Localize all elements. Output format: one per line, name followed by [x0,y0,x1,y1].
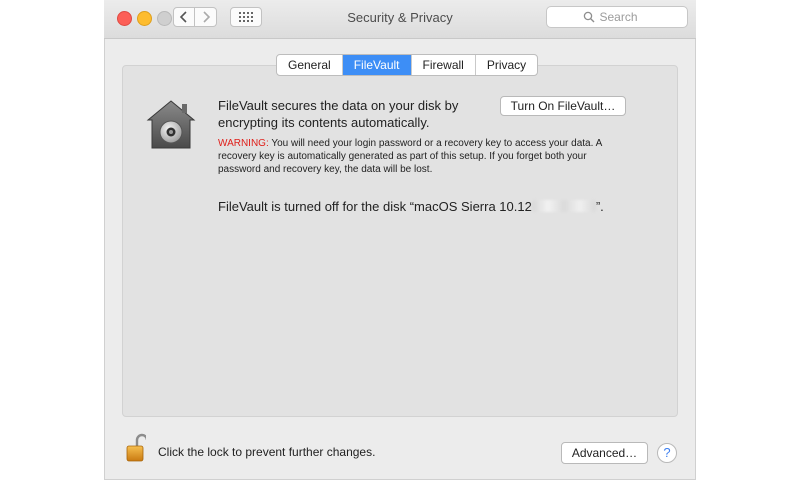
tab-firewall[interactable]: Firewall [412,55,476,75]
advanced-button[interactable]: Advanced… [561,442,648,464]
tab-privacy[interactable]: Privacy [476,55,537,75]
warning-message: WARNING: You will need your login passwo… [218,137,618,176]
turn-on-filevault-button[interactable]: Turn On FileVault… [500,96,626,116]
preferences-window: Security & Privacy General FileVault Fir… [104,0,696,480]
padlock-open-icon[interactable] [126,433,146,463]
filevault-icon [146,100,196,149]
tab-filevault[interactable]: FileVault [342,55,412,75]
tab-bar: General FileVault Firewall Privacy [276,54,539,76]
warning-label: WARNING: [218,138,269,149]
search-input[interactable] [599,10,652,24]
status-prefix: FileVault is turned off for the disk “ma… [218,199,532,214]
help-button[interactable]: ? [657,443,677,463]
search-field[interactable] [546,6,688,28]
status-suffix: ”. [595,199,604,214]
redacted-version [531,200,596,212]
filevault-status: FileVault is turned off for the disk “ma… [218,199,604,214]
warning-text: You will need your login password or a r… [218,138,602,175]
tab-general[interactable]: General [277,55,343,75]
lock-instruction: Click the lock to prevent further change… [158,445,376,459]
search-icon [583,11,594,23]
title-bar: Security & Privacy [104,0,696,39]
filevault-description: FileVault secures the data on your disk … [218,98,459,130]
